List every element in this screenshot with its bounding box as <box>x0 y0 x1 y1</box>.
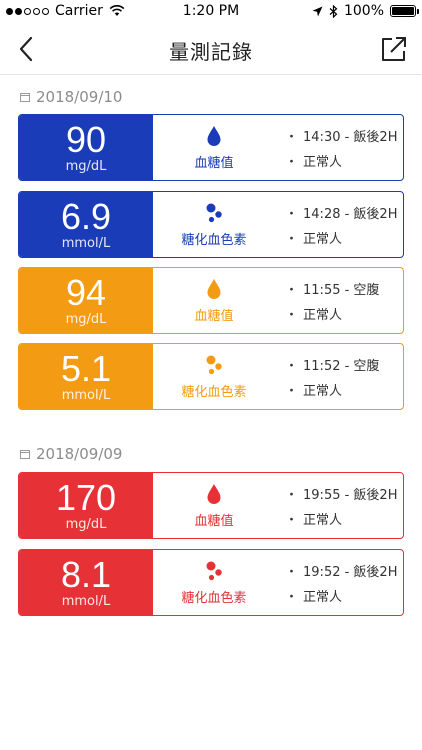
record-info: ・ 19:55 - 飯後2H ・正常人 <box>275 473 403 538</box>
date-label: 2018/09/10 <box>36 88 123 106</box>
record-card-hba1c[interactable]: 5.1 mmol/L 糖化血色素 ・ 11:52 - 空腹 ・正常人 <box>18 343 404 410</box>
record-status: ・正常人 <box>285 154 343 170</box>
battery-icon <box>390 5 419 17</box>
status-bar-right: 100% <box>312 3 419 19</box>
page-title: 量測記錄 <box>169 40 253 64</box>
record-time-note: ・ 14:30 - 飯後2H <box>285 129 398 145</box>
record-type-panel: 血糖值 <box>153 115 275 180</box>
nav-divider <box>0 74 422 75</box>
record-info: ・ 19:52 - 飯後2H ・正常人 <box>275 550 403 615</box>
blood-drop-icon <box>207 126 221 146</box>
record-status: ・正常人 <box>285 589 343 605</box>
date-label: 2018/09/09 <box>36 445 123 463</box>
record-unit: mmol/L <box>61 387 111 403</box>
record-type-label: 血糖值 <box>194 309 234 324</box>
share-export-icon[interactable] <box>380 35 408 63</box>
record-time-note: ・ 11:55 - 空腹 <box>285 282 380 298</box>
hemoglobin-dots-icon <box>206 203 222 223</box>
record-value-panel: 6.9 mmol/L <box>19 192 153 257</box>
record-status: ・正常人 <box>285 231 343 247</box>
record-value-panel: 5.1 mmol/L <box>19 344 153 409</box>
record-value: 94 <box>65 271 107 313</box>
record-value: 170 <box>55 476 117 518</box>
record-time-note: ・ 19:55 - 飯後2H <box>285 487 398 503</box>
record-card-blood-glucose[interactable]: 94 mg/dL 血糖值 ・ 11:55 - 空腹 ・正常人 <box>18 267 404 334</box>
record-type-panel: 血糖值 <box>153 268 275 333</box>
record-type-panel: 血糖值 <box>153 473 275 538</box>
record-value: 5.1 <box>60 347 112 389</box>
record-unit: mg/dL <box>65 158 107 174</box>
record-info: ・ 14:30 - 飯後2H ・正常人 <box>275 115 403 180</box>
record-value-panel: 94 mg/dL <box>19 268 153 333</box>
record-type-panel: 糖化血色素 <box>153 192 275 257</box>
record-type-label: 血糖值 <box>194 156 234 171</box>
record-type-panel: 糖化血色素 <box>153 344 275 409</box>
navigation-bar: 量測記錄 <box>0 24 422 74</box>
record-value: 90 <box>65 118 107 160</box>
calendar-icon <box>20 93 30 102</box>
record-info: ・ 14:28 - 飯後2H ・正常人 <box>275 192 403 257</box>
record-value: 6.9 <box>60 195 112 237</box>
record-value-panel: 8.1 mmol/L <box>19 550 153 615</box>
blood-drop-icon <box>207 279 221 299</box>
record-type-label: 糖化血色素 <box>181 233 247 248</box>
record-value-panel: 170 mg/dL <box>19 473 153 538</box>
record-status: ・正常人 <box>285 307 343 323</box>
hemoglobin-dots-icon <box>206 561 222 581</box>
record-type-panel: 糖化血色素 <box>153 550 275 615</box>
location-arrow-icon <box>312 6 323 16</box>
blood-drop-icon <box>207 484 221 504</box>
record-time-note: ・ 14:28 - 飯後2H <box>285 206 398 222</box>
record-value-panel: 90 mg/dL <box>19 115 153 180</box>
record-unit: mmol/L <box>61 235 111 251</box>
record-unit: mmol/L <box>61 593 111 609</box>
record-type-label: 糖化血色素 <box>181 591 247 606</box>
record-card-hba1c[interactable]: 8.1 mmol/L 糖化血色素 ・ 19:52 - 飯後2H ・正常人 <box>18 549 404 616</box>
record-unit: mg/dL <box>65 516 107 532</box>
record-status: ・正常人 <box>285 512 343 528</box>
hemoglobin-dots-icon <box>206 355 222 375</box>
record-unit: mg/dL <box>65 311 107 327</box>
record-info: ・ 11:52 - 空腹 ・正常人 <box>275 344 403 409</box>
record-card-blood-glucose[interactable]: 170 mg/dL 血糖值 ・ 19:55 - 飯後2H ・正常人 <box>18 472 404 539</box>
bluetooth-icon <box>329 4 338 18</box>
record-time-note: ・ 11:52 - 空腹 <box>285 358 380 374</box>
record-type-label: 血糖值 <box>194 514 234 529</box>
date-header: 2018/09/10 <box>20 88 122 106</box>
record-time-note: ・ 19:52 - 飯後2H <box>285 564 398 580</box>
calendar-icon <box>20 450 30 459</box>
record-status: ・正常人 <box>285 383 343 399</box>
date-header: 2018/09/09 <box>20 445 122 463</box>
status-bar: Carrier 1:20 PM 100% <box>0 0 422 24</box>
battery-percent: 100% <box>343 3 384 19</box>
record-value: 8.1 <box>60 553 112 595</box>
record-card-hba1c[interactable]: 6.9 mmol/L 糖化血色素 ・ 14:28 - 飯後2H ・正常人 <box>18 191 404 258</box>
record-card-blood-glucose[interactable]: 90 mg/dL 血糖值 ・ 14:30 - 飯後2H ・正常人 <box>18 114 404 181</box>
record-info: ・ 11:55 - 空腹 ・正常人 <box>275 268 403 333</box>
record-type-label: 糖化血色素 <box>181 385 247 400</box>
